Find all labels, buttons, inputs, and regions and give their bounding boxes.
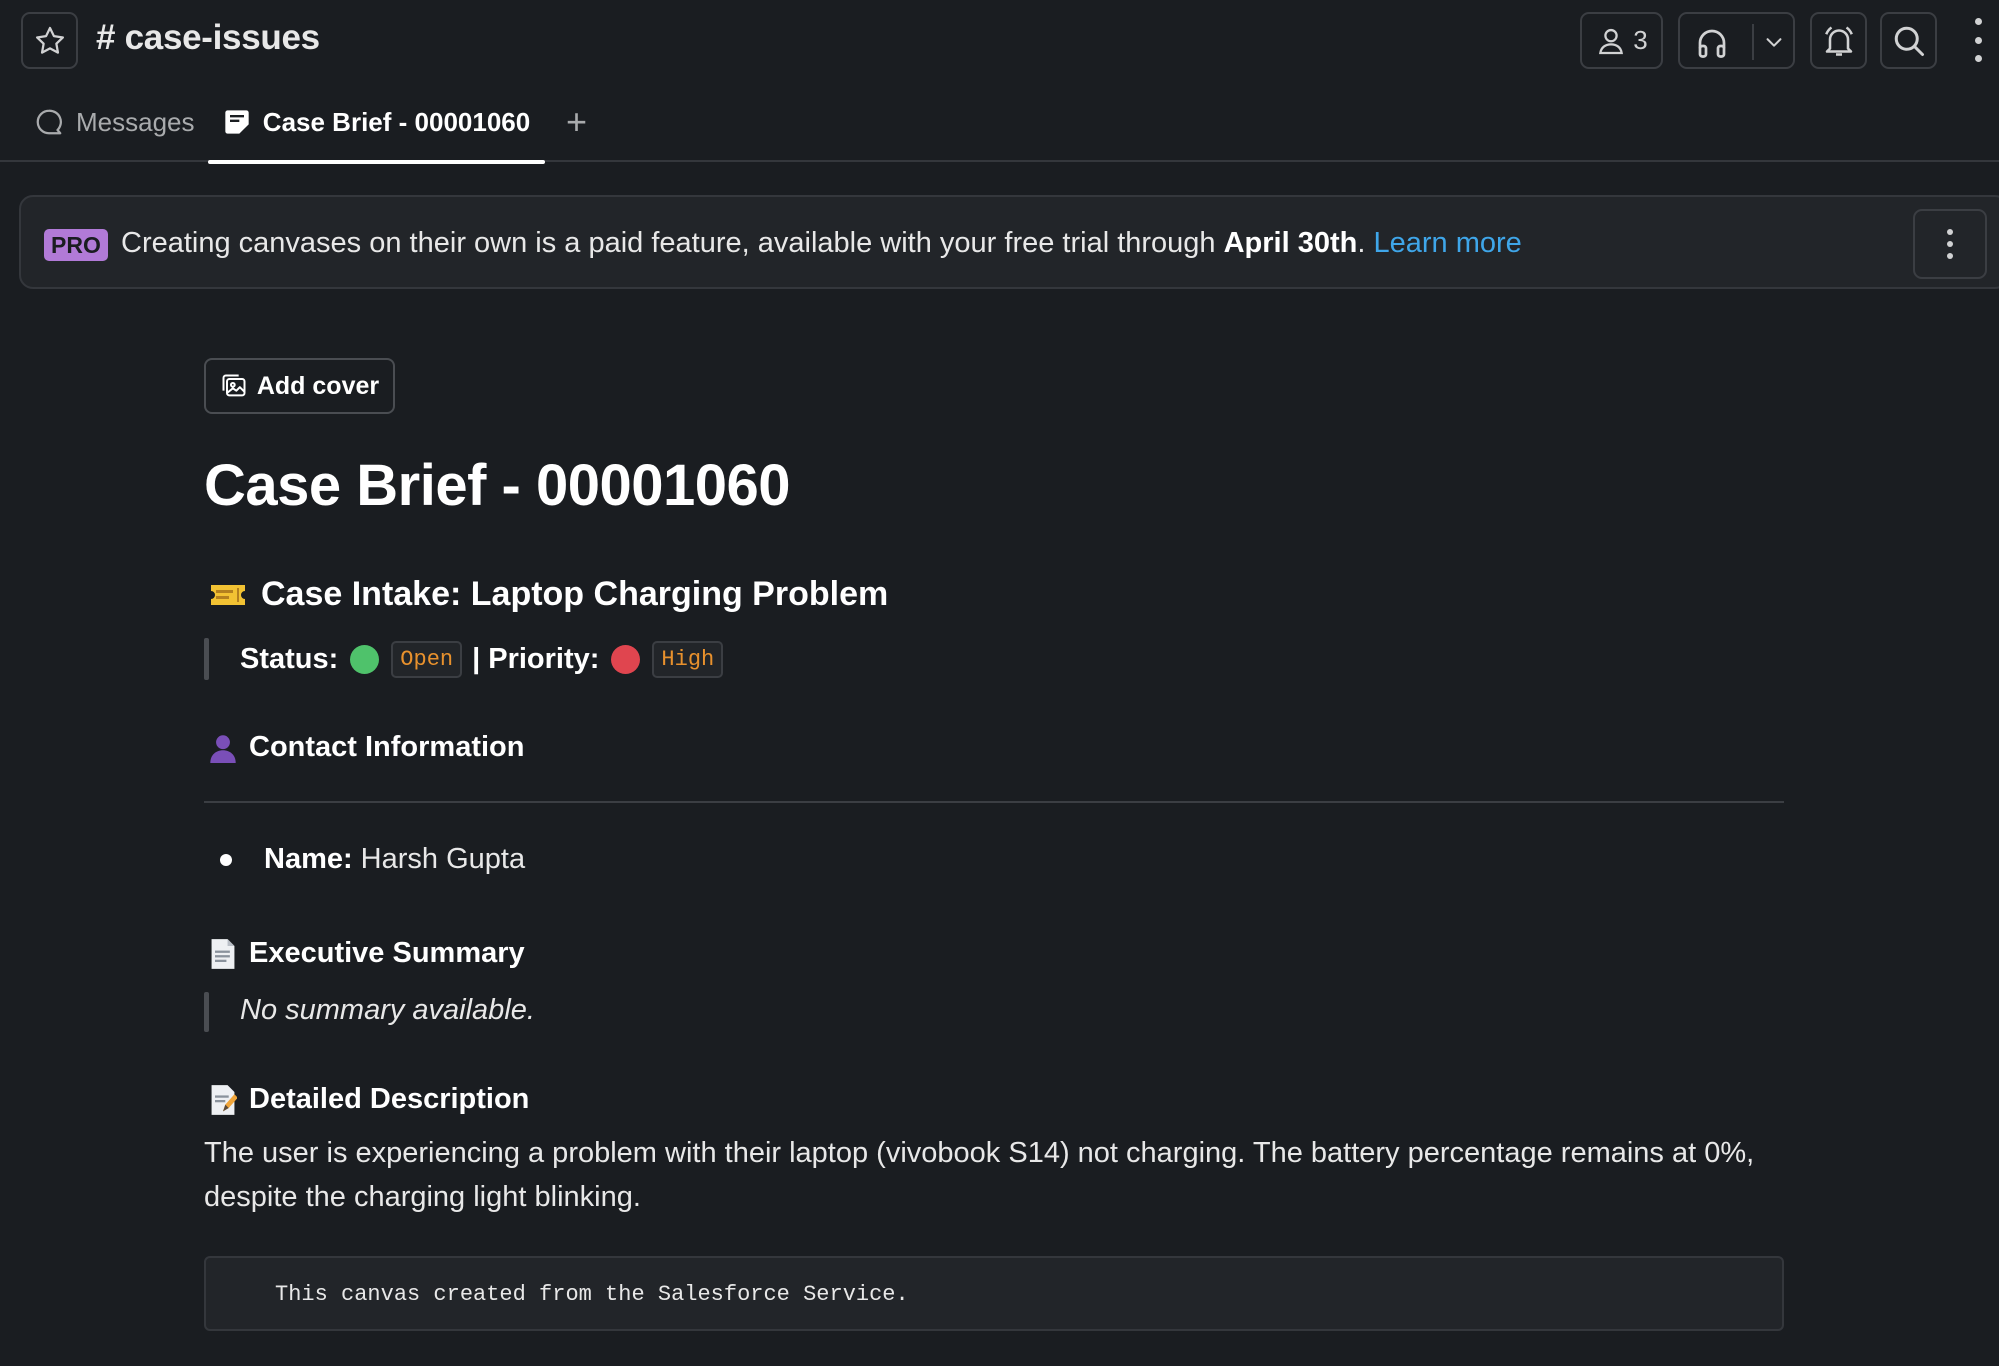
members-button[interactable]: 3 [1580,12,1663,69]
message-bubble-icon [36,109,62,135]
heading-text: Case Intake: Laptop Charging Problem [261,575,889,613]
separator: | [472,642,481,675]
horizontal-divider [204,801,1784,803]
canvas-icon [225,110,249,134]
kebab-dot [1974,36,1982,44]
tab-label: Case Brief - 00001060 [262,106,531,137]
list-item[interactable]: Name: Harsh Gupta [220,843,525,876]
more-actions-button[interactable] [1968,18,1988,62]
plus-icon: + [566,101,588,142]
priority-value: High [652,640,724,678]
channel-tabs: Messages Case Brief - 00001060 + [0,82,1999,164]
heading-text: Contact Information [249,731,525,763]
case-intake-heading[interactable]: Case Intake: Laptop Charging Problem [209,575,888,614]
channel-title[interactable]: # case-issues [96,18,320,58]
summary-text[interactable]: No summary available. [240,994,535,1027]
kebab-dot [1947,253,1953,259]
kebab-dot [1947,229,1953,235]
huddle-divider [1752,24,1754,60]
person-icon [1599,28,1624,54]
banner-period: . [1357,227,1366,259]
pro-trial-banner: PRO Creating canvases on their own is a … [19,195,1999,289]
channel-hash: # [96,18,116,57]
name-value: Harsh Gupta [360,843,526,875]
memo-icon [211,1084,237,1115]
chevron-down-icon[interactable] [1763,31,1785,53]
huddle-button[interactable] [1678,12,1795,69]
status-label: Status: [240,642,339,675]
add-cover-label: Add cover [256,371,380,400]
kebab-dot [1974,55,1982,62]
contact-information-heading[interactable]: Contact Information [209,731,525,764]
channel-name: case-issues [124,18,320,57]
add-cover-button[interactable]: Add cover [204,358,395,414]
bullet-icon [220,853,232,866]
headphones-icon [1698,29,1726,58]
status-value: Open [391,640,463,678]
star-channel-button[interactable] [21,12,78,69]
image-icon [222,374,246,397]
bust-silhouette-icon [210,734,236,763]
channel-header: # case-issues 3 [0,0,1999,82]
tab-label: Messages [76,106,195,137]
status-line[interactable]: Status: Open | Priority: High [240,636,731,682]
description-text[interactable]: The user is experiencing a problem with … [204,1131,1794,1219]
banner-more-button[interactable] [1913,209,1987,279]
blockquote-bar [204,638,209,680]
heading-text: Detailed Description [249,1083,530,1115]
kebab-dot [1947,241,1953,247]
banner-text: Creating canvases on their own is a paid… [121,227,1224,259]
banner-message: Creating canvases on their own is a paid… [121,227,1522,260]
green-circle-icon [350,644,380,674]
priority-label: Priority: [488,642,600,675]
detailed-description-heading[interactable]: Detailed Description [209,1083,529,1116]
executive-summary-heading[interactable]: Executive Summary [209,937,525,970]
ticket-icon [211,584,245,605]
search-icon [1894,26,1924,56]
notifications-button[interactable] [1810,12,1867,69]
heading-text: Executive Summary [249,937,525,969]
red-circle-icon [611,644,641,674]
banner-date: April 30th [1223,227,1358,259]
star-icon [35,26,64,54]
canvas-title[interactable]: Case Brief - 00001060 [204,452,791,519]
pro-badge: PRO [44,229,108,261]
learn-more-link[interactable]: Learn more [1373,227,1521,259]
add-tab-button[interactable]: + [566,82,587,162]
member-count: 3 [1633,25,1648,55]
page-facing-up-icon [211,938,235,969]
code-block[interactable]: This canvas created from the Salesforce … [204,1256,1784,1331]
code-text: This canvas created from the Salesforce … [275,1282,909,1307]
search-button[interactable] [1880,12,1937,69]
bell-icon [1824,25,1853,56]
blockquote-bar [204,992,209,1032]
kebab-dot [1974,18,1982,25]
tab-case-brief-canvas[interactable]: Case Brief - 00001060 [208,82,545,164]
tab-messages[interactable]: Messages [34,82,195,162]
name-label: Name: [264,843,353,875]
